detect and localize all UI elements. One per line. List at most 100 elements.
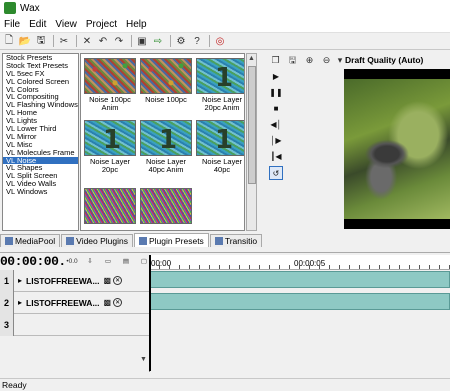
list-item[interactable]: VL Windows: [3, 188, 78, 196]
preset-thumbnail[interactable]: Noise 100pc: [140, 58, 192, 114]
transport-controls: ▶ ❚❚ ■ ◀│ │▶ ┃◀ ↺: [269, 70, 287, 190]
tab-video-plugins[interactable]: Video Plugins: [61, 234, 133, 247]
track-header[interactable]: 3: [0, 313, 150, 336]
delete-icon[interactable]: ✕: [80, 34, 94, 48]
preset-thumbnail[interactable]: 1 Noise Layer 40pc Anim: [140, 120, 192, 176]
thumbnail-caption: Noise Layer 20pc: [89, 157, 131, 174]
timeline-tools: •0.0 ⇩ ▭ ▤ ▢: [66, 256, 156, 266]
render-icon[interactable]: ▣: [135, 34, 149, 48]
thumbnail-glyph: 1: [215, 125, 234, 155]
thumbnail-image: [140, 188, 192, 224]
status-bar: Ready: [0, 378, 450, 391]
thumbnail-scrollbar[interactable]: ▲: [246, 53, 257, 231]
menu-file[interactable]: File: [4, 19, 20, 30]
play-icon[interactable]: ▶: [269, 70, 283, 84]
mediapool-icon: [5, 237, 13, 245]
scroll-down-icon[interactable]: ▼: [140, 356, 150, 370]
expand-icon[interactable]: ▸: [18, 298, 22, 307]
track-settings-icon[interactable]: ▩: [104, 298, 112, 307]
thumbnail-image: 1: [140, 120, 192, 156]
menu-view[interactable]: View: [55, 19, 77, 30]
thumbnail-glyph: 1: [103, 125, 122, 155]
save-frame-icon[interactable]: 🖫: [286, 54, 299, 67]
thumbnail-image: [84, 58, 136, 94]
preset-thumbnail[interactable]: [140, 188, 192, 230]
copy-frame-icon[interactable]: ❐: [269, 54, 282, 67]
track-clip[interactable]: [150, 293, 450, 310]
preset-thumbnail[interactable]: 1 Noise Layer 20pc: [84, 120, 136, 176]
scroll-up-icon[interactable]: ▲: [247, 54, 256, 64]
zoom-out-icon[interactable]: ⊖: [320, 54, 333, 67]
open-icon[interactable]: 📂: [18, 34, 32, 48]
toolbar-separator: [53, 35, 54, 47]
thumbnail-caption: Noise Layer 40pc Anim: [145, 157, 187, 174]
pause-icon[interactable]: ❚❚: [269, 86, 283, 100]
preset-category-list[interactable]: Stock Presets Stock Text Presets VL 5sec…: [2, 53, 79, 231]
stop-icon[interactable]: ■: [269, 102, 283, 116]
track-clip[interactable]: [150, 271, 450, 288]
marker-icon[interactable]: ⇩: [84, 256, 96, 266]
remove-track-icon[interactable]: ✕: [113, 276, 123, 285]
menu-help[interactable]: Help: [126, 19, 147, 30]
toolbar-separator: [131, 35, 132, 47]
ripple-icon[interactable]: ▭: [102, 256, 114, 266]
preset-thumbnail[interactable]: [84, 188, 136, 230]
playhead[interactable]: [149, 255, 151, 371]
cut-tool-icon[interactable]: ✂: [57, 34, 71, 48]
step-back-icon[interactable]: ◀│: [269, 118, 283, 132]
trim-icon[interactable]: ▤: [120, 256, 132, 266]
settings-icon[interactable]: ⚙: [174, 34, 188, 48]
menu-edit[interactable]: Edit: [29, 19, 46, 30]
track-name: LISTOFFREEWA...: [26, 297, 100, 308]
track-number: 2: [0, 291, 14, 314]
undo-icon[interactable]: ↶: [96, 34, 110, 48]
thumbnail-image: 1: [84, 120, 136, 156]
new-icon[interactable]: 🗋: [2, 34, 16, 48]
track-header[interactable]: 2 ▸ LISTOFFREEWA... ▩ ✕: [0, 291, 150, 314]
panel-tab-bar: MediaPool Video Plugins Plugin Presets T…: [0, 233, 263, 247]
scrollbar-thumb[interactable]: [248, 66, 256, 184]
window-title: Wax: [20, 2, 40, 14]
tab-mediapool[interactable]: MediaPool: [0, 234, 61, 247]
thumbnail-glyph: 1: [215, 63, 234, 93]
save-icon[interactable]: 🖫: [34, 34, 48, 48]
preset-thumbnail[interactable]: Noise 100pc Anim: [84, 58, 136, 114]
preview-frame: [344, 79, 450, 219]
track-headers: 1 ▸ LISTOFFREEWA... ▩ ✕ 2 ▸ LISTOFFREEWA…: [0, 269, 150, 372]
track-number: 3: [0, 313, 14, 336]
thumbnail-image: [140, 58, 192, 94]
step-forward-icon[interactable]: │▶: [269, 134, 283, 148]
menu-project[interactable]: Project: [86, 19, 117, 30]
plugin-presets-icon: [139, 236, 147, 245]
main-toolbar: 🗋 📂 🖫 ✂ ✕ ↶ ↷ ▣ ⇨ ⚙ ? ◎: [0, 32, 450, 50]
track-settings-icon[interactable]: ▩: [104, 276, 112, 285]
thumbnail-caption: Noise Layer 40pc: [201, 157, 243, 174]
dropdown-arrow-icon[interactable]: ▾: [337, 54, 343, 67]
loop-icon[interactable]: ↺: [269, 166, 283, 180]
preset-thumbnail[interactable]: 1 Noise Layer 20pc Anim: [196, 58, 244, 114]
export-icon[interactable]: ⇨: [151, 34, 165, 48]
plugin-icon[interactable]: ◎: [213, 34, 227, 48]
timecode-display: 00:00:00.: [0, 254, 66, 269]
help-icon[interactable]: ?: [190, 34, 204, 48]
video-plugins-icon: [66, 237, 75, 245]
go-start-icon[interactable]: ┃◀: [269, 150, 283, 164]
transitions-icon: [214, 237, 223, 245]
expand-icon[interactable]: ▸: [18, 276, 22, 285]
snap-icon[interactable]: •0.0: [66, 256, 78, 266]
zoom-in-icon[interactable]: ⊕: [303, 54, 316, 67]
toolbar-separator: [76, 35, 77, 47]
preview-toolbar: ❐ 🖫 ⊕ ⊖ ▾ Draft Quality (Auto): [269, 51, 450, 69]
redo-icon[interactable]: ↷: [112, 34, 126, 48]
tab-transitions[interactable]: Transitio: [209, 234, 263, 247]
tab-plugin-presets[interactable]: Plugin Presets: [134, 233, 209, 247]
track-header[interactable]: 1 ▸ LISTOFFREEWA... ▩ ✕: [0, 269, 150, 292]
preset-thumbnail-grid: Noise 100pc Anim Noise 100pc 1 Noise Laye…: [80, 53, 245, 231]
preset-thumbnail[interactable]: 1 Noise Layer 40pc: [196, 120, 244, 176]
title-bar: Wax: [0, 0, 450, 16]
timeline-ruler[interactable]: 00:00 00:00:05: [149, 255, 450, 270]
remove-track-icon[interactable]: ✕: [113, 298, 123, 307]
quality-select[interactable]: Draft Quality (Auto): [345, 55, 423, 65]
video-preview: [344, 69, 450, 229]
toolbar-separator: [209, 35, 210, 47]
